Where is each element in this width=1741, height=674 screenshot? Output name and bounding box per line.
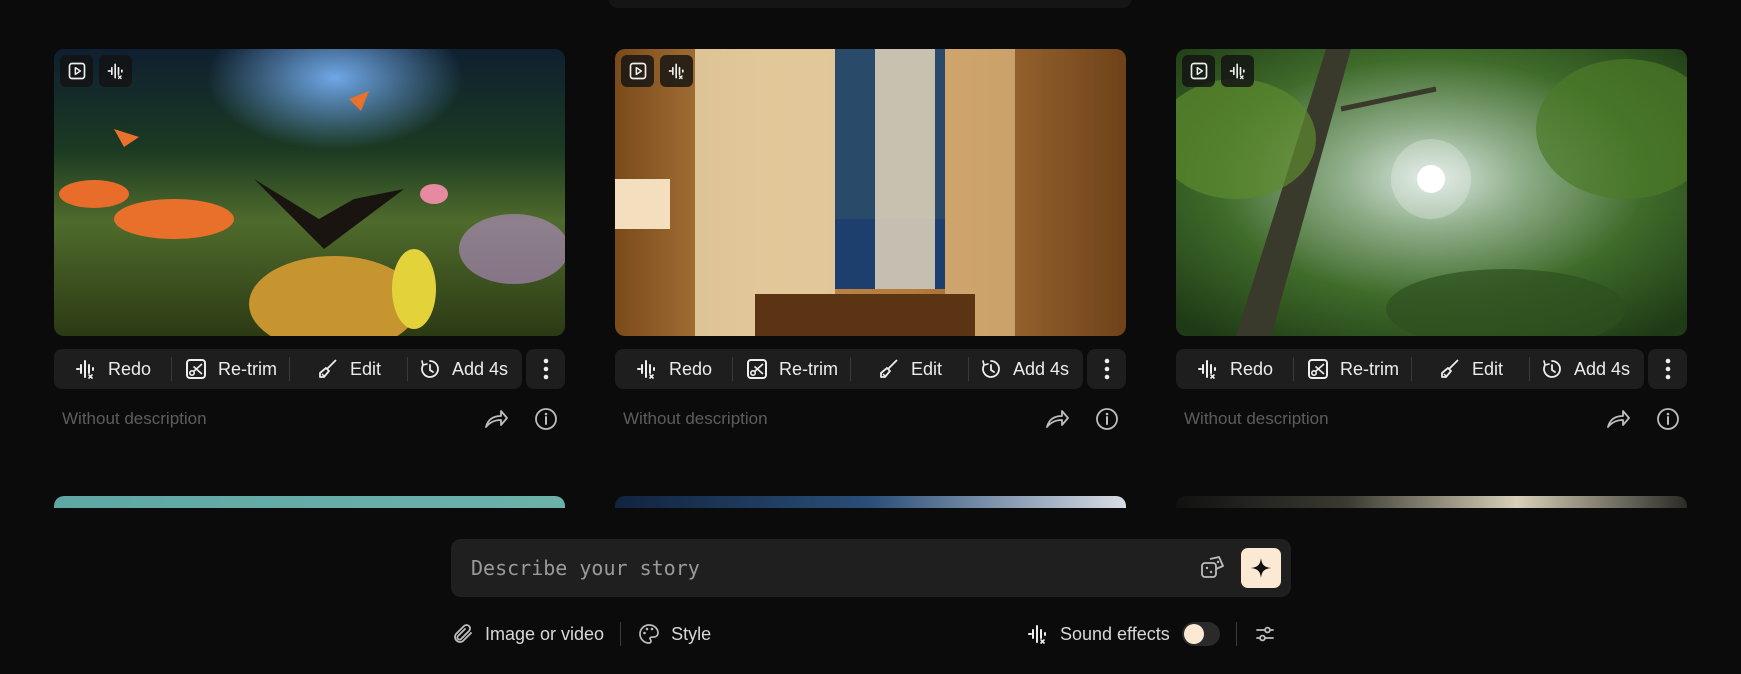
waveform-icon (1228, 61, 1248, 81)
trim-icon (1306, 357, 1330, 381)
divider (1235, 622, 1237, 646)
divider (620, 622, 622, 646)
toggle-knob (1183, 624, 1204, 644)
edit-button[interactable]: Edit (851, 349, 968, 389)
more-options-button[interactable] (1648, 349, 1687, 389)
brush-icon (877, 357, 901, 381)
redo-button[interactable]: Redo (54, 349, 171, 389)
audio-badge[interactable] (99, 55, 132, 87)
video-thumbnail-partial[interactable] (54, 496, 565, 508)
attach-media-button[interactable]: Image or video (451, 622, 604, 646)
info-button[interactable] (1653, 404, 1683, 434)
prompt-options-right: Sound effects (1026, 614, 1287, 654)
prompt-options-left: Image or video Style (451, 614, 711, 654)
trim-icon (184, 357, 208, 381)
retrim-button[interactable]: Re-trim (1294, 349, 1411, 389)
timer-icon (418, 357, 442, 381)
share-button[interactable] (1603, 404, 1633, 434)
forest-canopy-image (1176, 49, 1687, 336)
waveform-icon (635, 357, 659, 381)
edit-button[interactable]: Edit (1412, 349, 1529, 389)
dice-icon (1201, 556, 1224, 578)
more-options-button[interactable] (1087, 349, 1126, 389)
more-options-button[interactable] (526, 349, 565, 389)
card-toolbar: Redo Re-trim Edit Add 4s (54, 349, 565, 389)
meadow-butterfly-image (54, 49, 565, 336)
add-4s-button[interactable]: Add 4s (408, 349, 508, 389)
brush-icon (316, 357, 340, 381)
play-icon (628, 61, 648, 81)
sound-effects-label: Sound effects (1026, 622, 1170, 646)
retrim-button[interactable]: Re-trim (172, 349, 289, 389)
settings-sliders-button[interactable] (1253, 622, 1287, 646)
share-icon (1043, 405, 1071, 433)
share-button[interactable] (1042, 404, 1072, 434)
waveform-icon (667, 61, 687, 81)
generate-button[interactable] (1241, 548, 1281, 588)
redo-button[interactable]: Redo (1176, 349, 1293, 389)
audio-badge[interactable] (1221, 55, 1254, 87)
waveform-icon (74, 357, 98, 381)
video-description: Without description (1184, 409, 1329, 428)
add-4s-button[interactable]: Add 4s (1530, 349, 1630, 389)
redo-button[interactable]: Redo (615, 349, 732, 389)
brush-icon (1438, 357, 1462, 381)
trim-icon (745, 357, 769, 381)
waveform-icon (1026, 622, 1050, 646)
top-panel-edge (608, 0, 1132, 8)
style-button[interactable]: Style (637, 622, 711, 646)
video-card: Redo Re-trim Edit Add 4s Without descrip… (54, 49, 565, 434)
add-4s-button[interactable]: Add 4s (969, 349, 1069, 389)
audio-badge[interactable] (660, 55, 693, 87)
video-description: Without description (62, 409, 207, 428)
more-vertical-icon (1104, 358, 1109, 380)
waveform-icon (1196, 357, 1220, 381)
play-icon (67, 61, 87, 81)
video-card: Redo Re-trim Edit Add 4s Without descrip… (615, 49, 1126, 434)
video-thumbnail[interactable] (615, 49, 1126, 336)
retrim-button[interactable]: Re-trim (733, 349, 850, 389)
video-thumbnail-partial[interactable] (615, 496, 1126, 508)
timer-icon (1540, 357, 1564, 381)
play-icon (1189, 61, 1209, 81)
play-badge[interactable] (621, 55, 654, 87)
video-thumbnail-partial[interactable] (1176, 496, 1687, 508)
sound-effects-toggle[interactable] (1181, 622, 1220, 646)
story-prompt-input[interactable] (451, 555, 1195, 581)
video-description: Without description (623, 409, 768, 428)
sliders-icon (1255, 626, 1274, 642)
window-curtains-image (615, 49, 1126, 336)
video-card: Redo Re-trim Edit Add 4s Without descrip… (1176, 49, 1687, 434)
share-icon (482, 405, 510, 433)
info-icon (532, 405, 560, 433)
info-button[interactable] (531, 404, 561, 434)
share-button[interactable] (481, 404, 511, 434)
sparkle-icon (1251, 558, 1271, 578)
palette-icon (639, 624, 659, 644)
info-icon (1093, 405, 1121, 433)
edit-button[interactable]: Edit (290, 349, 407, 389)
card-toolbar: Redo Re-trim Edit Add 4s (615, 349, 1126, 389)
more-vertical-icon (543, 358, 548, 380)
paperclip-icon (454, 624, 472, 643)
prompt-box (451, 539, 1291, 597)
random-prompt-button[interactable] (1195, 551, 1229, 585)
waveform-icon (106, 61, 126, 81)
more-vertical-icon (1665, 358, 1670, 380)
video-thumbnail[interactable] (54, 49, 565, 336)
info-icon (1654, 405, 1682, 433)
share-icon (1604, 405, 1632, 433)
play-badge[interactable] (60, 55, 93, 87)
info-button[interactable] (1092, 404, 1122, 434)
play-badge[interactable] (1182, 55, 1215, 87)
card-toolbar: Redo Re-trim Edit Add 4s (1176, 349, 1687, 389)
video-thumbnail[interactable] (1176, 49, 1687, 336)
timer-icon (979, 357, 1003, 381)
